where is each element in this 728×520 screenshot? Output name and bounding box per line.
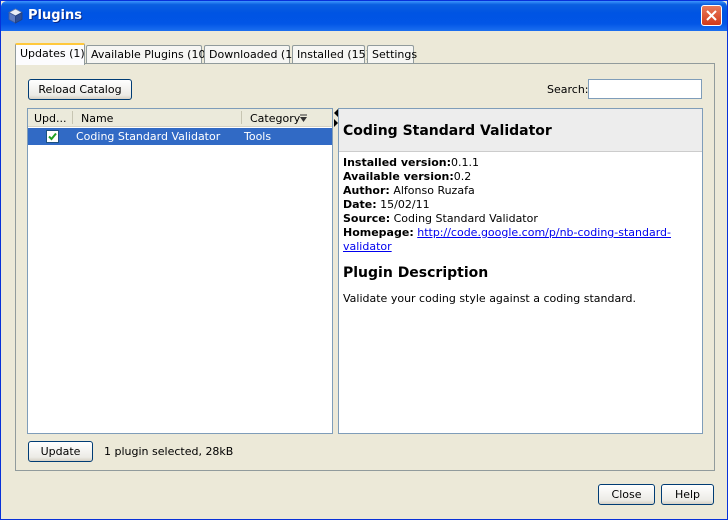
- updates-tab-panel: Reload Catalog Search: Upd... Name Categ…: [15, 63, 715, 471]
- description-text: Validate your coding style against a cod…: [343, 292, 637, 305]
- source-value: Coding Standard Validator: [393, 212, 538, 225]
- plugins-dialog: Plugins Updates (1) Available Plugins (1…: [0, 0, 728, 520]
- column-header-category[interactable]: Category: [250, 112, 300, 125]
- plugin-info: Installed version:0.1.1 Available versio…: [343, 156, 702, 254]
- checkmark-icon: [48, 132, 57, 141]
- available-version-label: Available version:: [343, 170, 454, 183]
- date-label: Date:: [343, 198, 377, 211]
- close-button[interactable]: Close: [598, 484, 655, 505]
- reload-catalog-button[interactable]: Reload Catalog: [28, 79, 132, 100]
- plugin-name-cell: Coding Standard Validator: [76, 130, 221, 143]
- tab-updates[interactable]: Updates (1): [15, 43, 85, 65]
- column-header-update[interactable]: Upd...: [34, 112, 67, 125]
- available-version-value: 0.2: [453, 170, 472, 183]
- title-bar[interactable]: Plugins: [1, 1, 727, 31]
- installed-version-value: 0.1.1: [451, 156, 480, 169]
- help-button[interactable]: Help: [661, 484, 714, 505]
- tab-downloaded[interactable]: Downloaded (1): [204, 45, 297, 64]
- plugin-category-cell: Tools: [244, 130, 272, 143]
- column-divider[interactable]: [241, 111, 242, 124]
- installed-version-label: Installed version:: [343, 156, 452, 169]
- plugin-table: Upd... Name Category Coding Standard Val…: [27, 108, 333, 434]
- close-icon: [706, 10, 717, 21]
- update-button[interactable]: Update: [28, 441, 93, 462]
- column-header-name[interactable]: Name: [81, 112, 113, 125]
- tab-available-plugins[interactable]: Available Plugins (101): [86, 45, 217, 64]
- plugin-detail-panel: Coding Standard Validator Installed vers…: [338, 108, 703, 434]
- sort-filter-icon[interactable]: [300, 113, 307, 126]
- homepage-label: Homepage:: [343, 226, 414, 239]
- source-label: Source:: [343, 212, 391, 225]
- column-divider[interactable]: [72, 111, 73, 124]
- plugin-title: Coding Standard Validator: [343, 123, 552, 139]
- tab-settings[interactable]: Settings: [367, 45, 417, 64]
- table-header: Upd... Name Category: [28, 109, 332, 127]
- detail-header: Coding Standard Validator: [339, 109, 702, 152]
- date-value: 15/02/11: [380, 198, 430, 211]
- tab-installed[interactable]: Installed (15): [292, 45, 370, 64]
- selection-status: 1 plugin selected, 28kB: [104, 445, 234, 458]
- table-row[interactable]: Coding Standard Validator Tools: [28, 128, 332, 145]
- search-label: Search:: [547, 83, 589, 96]
- update-checkbox[interactable]: [46, 130, 59, 143]
- window-close-button[interactable]: [701, 5, 722, 26]
- author-value: Alfonso Ruzafa: [393, 184, 475, 197]
- app-cube-icon: [8, 8, 23, 24]
- window-title: Plugins: [28, 8, 82, 23]
- search-input[interactable]: [588, 79, 702, 99]
- author-label: Author:: [343, 184, 390, 197]
- description-heading: Plugin Description: [343, 265, 489, 281]
